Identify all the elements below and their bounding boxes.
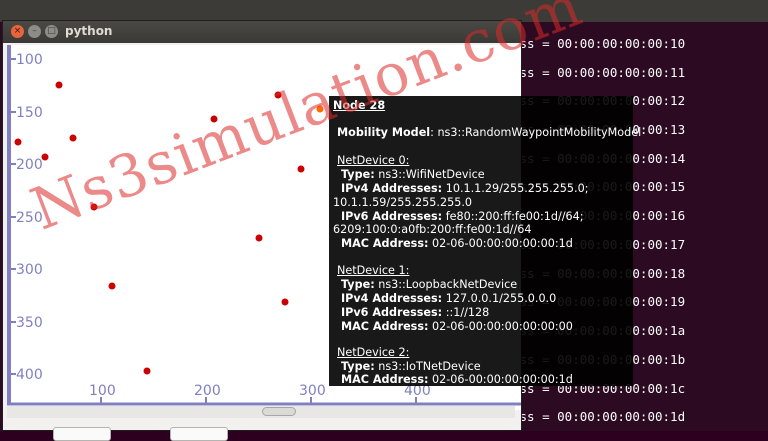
x-tick-label: 300 xyxy=(299,383,326,399)
dev2-type-value: ns3::IoTNetDevice xyxy=(374,360,481,373)
zoom-spinbox[interactable] xyxy=(53,427,111,441)
y-tick-label: 300 xyxy=(16,262,43,278)
dev1-ipv4-label: IPv4 Addresses: xyxy=(341,292,443,305)
dev0-mac-label: MAC Address: xyxy=(341,237,429,250)
node[interactable] xyxy=(14,138,22,146)
bottom-controls xyxy=(53,423,253,441)
maximize-window-button[interactable]: □ xyxy=(45,25,58,38)
y-ticks: 100 150 200 250 300 350 400 xyxy=(9,52,43,383)
dev0-mac-value: 02-06-00:00:00:00:00:1d xyxy=(428,237,573,250)
close-window-button[interactable]: × xyxy=(11,25,24,38)
netdevice-1-header: NetDevice 1: xyxy=(337,264,410,277)
node[interactable] xyxy=(143,367,151,375)
node[interactable] xyxy=(69,134,77,142)
terminal-line: ess = 00:00:00:00:00:1d xyxy=(512,409,686,424)
netdevice-0-header: NetDevice 0: xyxy=(337,154,410,167)
dev1-mac-value: 02-06-00:00:00:00:00:00 xyxy=(428,320,573,333)
terminal-line: ess = 00:00:00:00:00:11 xyxy=(512,65,686,80)
nodes xyxy=(14,81,324,375)
dev2-mac-value: 02-06-00:00:00:00:00:1d xyxy=(428,373,573,386)
dev1-ipv6-value: ::1//128 xyxy=(442,306,490,319)
dev0-ipv6-label: IPv6 Addresses: xyxy=(341,210,443,223)
terminal-topbar xyxy=(0,0,768,22)
node[interactable] xyxy=(90,203,98,211)
horizontal-scrollbar[interactable] xyxy=(7,406,515,418)
y-tick-label: 200 xyxy=(16,157,43,173)
dev1-type-label: Type: xyxy=(341,278,375,291)
dev2-type-label: Type: xyxy=(341,360,375,373)
netdevice-2-header: NetDevice 2: xyxy=(337,346,410,359)
y-tick-label: 250 xyxy=(16,210,43,226)
dev0-ipv4-value: 10.1.1.29/255.255.255.0; xyxy=(442,182,589,195)
x-tick-label: 200 xyxy=(194,383,221,399)
y-tick-label: 350 xyxy=(16,315,43,331)
dev0-ipv6-value: fe80::200:ff:fe00:1d//64; xyxy=(442,210,584,223)
dev1-ipv6-label: IPv6 Addresses: xyxy=(341,306,443,319)
dev0-ipv6-value-2: 6209:100:0:a0fb:200:ff:fe00:1d//64 xyxy=(333,223,532,236)
node[interactable] xyxy=(297,165,305,173)
y-tick-label: 100 xyxy=(16,52,43,68)
node[interactable] xyxy=(108,282,116,290)
dev2-mac-label: MAC Address: xyxy=(341,373,429,386)
mobility-value: : ns3::RandomWaypointMobilityModel xyxy=(430,126,642,139)
dev1-type-value: ns3::LoopbackNetDevice xyxy=(374,278,518,291)
dev0-ipv4-label: IPv4 Addresses: xyxy=(341,182,443,195)
node[interactable] xyxy=(255,234,263,242)
dev1-mac-label: MAC Address: xyxy=(341,320,429,333)
x-tick-label: 100 xyxy=(89,383,116,399)
dev0-type-value: ns3::WifiNetDevice xyxy=(374,168,485,181)
window-titlebar[interactable]: × – □ python xyxy=(3,21,521,43)
mobility-label: Mobility Model xyxy=(337,126,431,139)
dev1-ipv4-value: 127.0.0.1/255.0.0.0 xyxy=(442,292,557,305)
node[interactable] xyxy=(281,298,289,306)
y-tick-label: 400 xyxy=(16,367,43,383)
node-highlighted[interactable] xyxy=(316,105,324,113)
scrollbar-thumb[interactable] xyxy=(262,407,296,416)
terminal-line: ess = 00:00:00:00:00:10 xyxy=(512,36,686,51)
speed-spinbox[interactable] xyxy=(170,427,228,441)
y-tick-label: 150 xyxy=(16,105,43,121)
node[interactable] xyxy=(55,81,63,89)
dev0-ipv4-value-2: 10.1.1.59/255.255.255.0 xyxy=(333,196,472,209)
node-title: Node 28 xyxy=(333,99,386,112)
node[interactable] xyxy=(274,91,282,99)
node[interactable] xyxy=(210,115,218,123)
node-info-tooltip: Node 28 Mobility Model: ns3::RandomWaypo… xyxy=(329,96,641,386)
minimize-window-button[interactable]: – xyxy=(28,25,41,38)
window-title: python xyxy=(65,24,113,38)
dev0-type-label: Type: xyxy=(341,168,375,181)
node[interactable] xyxy=(41,153,49,161)
